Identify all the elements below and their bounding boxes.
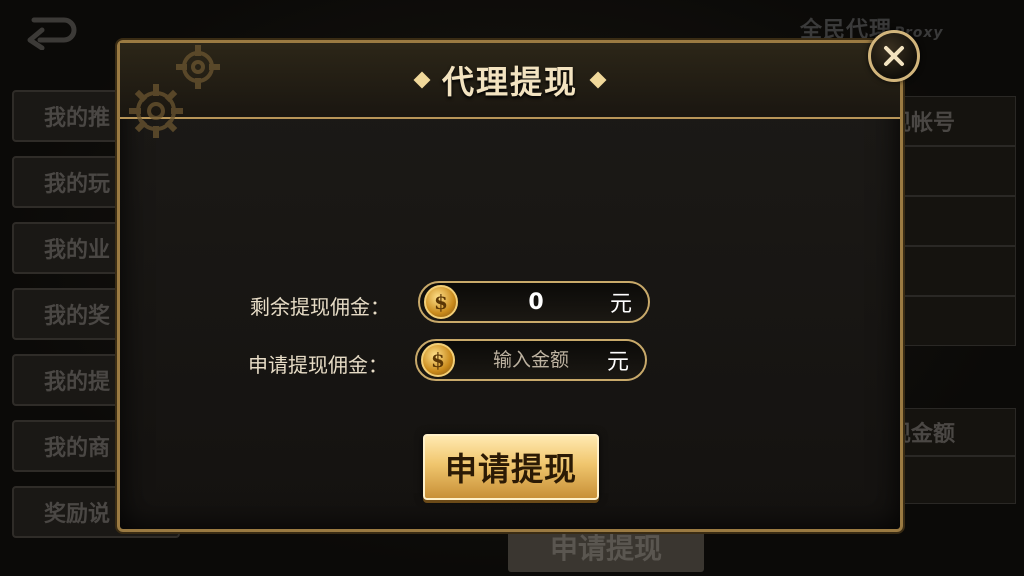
close-icon — [884, 46, 904, 66]
remaining-commission-value: 0 — [528, 289, 544, 315]
coin-icon: $ — [424, 285, 458, 319]
diamond-right-icon — [589, 71, 607, 89]
coin-icon: $ — [421, 343, 455, 377]
remaining-commission-unit: 元 — [609, 292, 632, 317]
close-button[interactable] — [868, 30, 920, 82]
dialog-title: 代理提现 — [120, 57, 900, 103]
coin-symbol: $ — [434, 290, 448, 314]
remaining-commission-label: 剩余提现佣金： — [250, 295, 390, 319]
apply-commission-field: $ 元 — [415, 339, 647, 381]
dialog-title-text: 代理提现 — [441, 63, 578, 101]
dialog-header: 代理提现 — [120, 43, 900, 138]
back-arrow-icon — [27, 17, 77, 51]
remaining-commission-field: $ 0 元 — [418, 281, 650, 323]
back-button[interactable] — [20, 12, 82, 51]
apply-commission-unit: 元 — [606, 350, 629, 375]
withdraw-amount-input[interactable] — [463, 344, 599, 376]
diamond-left-icon — [413, 71, 431, 89]
coin-symbol: $ — [431, 348, 445, 372]
apply-commission-label: 申请提现佣金： — [248, 353, 388, 377]
apply-withdraw-button[interactable]: 申请提现 — [423, 434, 599, 500]
